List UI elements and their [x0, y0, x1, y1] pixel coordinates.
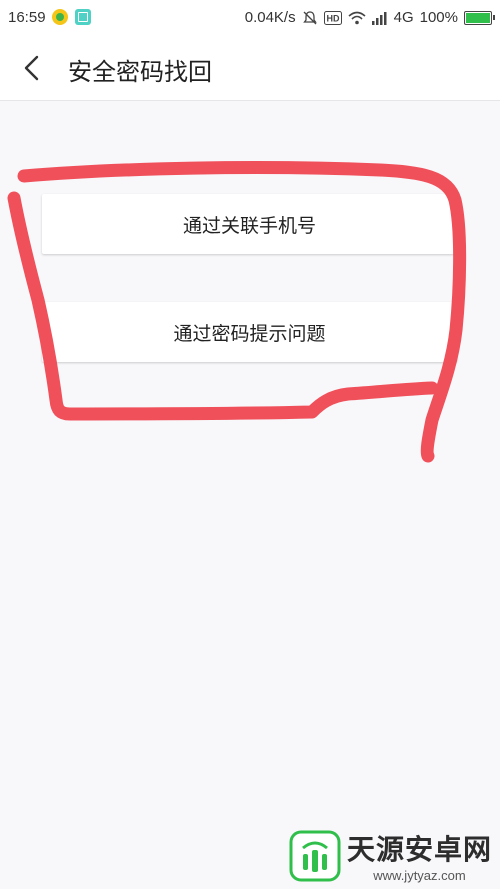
recover-by-phone-label: 通过关联手机号 [182, 214, 316, 237]
notification-app-icon [52, 9, 68, 25]
watermark-name: 天源安卓网 [346, 833, 492, 866]
status-right-group: 0.04K/s HD 4G 100% [244, 9, 495, 26]
network-speed: 0.04K/s [244, 9, 296, 26]
battery-icon [464, 10, 495, 25]
svg-text:HD: HD [326, 13, 339, 23]
recover-by-question-button[interactable]: 通过密码提示问题 [42, 302, 457, 362]
site-watermark: 天源安卓网 www.jytyaz.com [289, 828, 492, 883]
recover-by-phone-button[interactable]: 通过关联手机号 [42, 194, 457, 254]
hd-icon: HD [323, 10, 342, 25]
watermark-text: 天源安卓网 www.jytyaz.com [347, 828, 492, 883]
recover-by-question-label: 通过密码提示问题 [173, 322, 326, 345]
page-title: 安全密码找回 [68, 58, 212, 86]
status-bar: 16:59 0.04K/s HD 4G 100% [0, 0, 500, 36]
screenshot-app-icon [75, 9, 91, 25]
wifi-icon [348, 11, 366, 24]
status-time: 16:59 [8, 9, 46, 26]
site-logo-icon [289, 830, 341, 881]
back-arrow-icon[interactable] [14, 50, 50, 86]
bell-muted-icon [302, 10, 317, 24]
battery-percent: 100% [419, 9, 458, 26]
network-type: 4G [393, 9, 414, 26]
watermark-url: www.jytyaz.com [373, 868, 466, 883]
app-bar: 安全密码找回 [0, 36, 500, 101]
signal-icon [371, 11, 387, 25]
red-annotation-scribble [7, 161, 467, 463]
